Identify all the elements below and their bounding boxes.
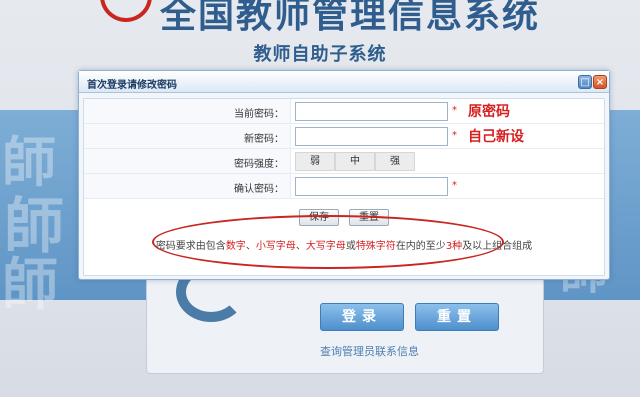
required-marker: * bbox=[452, 105, 457, 116]
label-cell: 密码强度： bbox=[84, 149, 291, 173]
dialog-header: 首次登录请修改密码 □ × bbox=[79, 71, 609, 93]
confirm-password-input[interactable] bbox=[295, 177, 448, 196]
login-button[interactable]: 登录 bbox=[320, 303, 404, 331]
strength-medium: 中 bbox=[335, 152, 375, 171]
site-logo: A bbox=[100, 0, 152, 22]
annotation-oval bbox=[152, 215, 504, 269]
site-subtitle: 教师自助子系统 bbox=[253, 44, 387, 65]
current-password-label: 当前密码： bbox=[234, 109, 284, 120]
strength-strong: 强 bbox=[375, 152, 415, 171]
minimize-icon[interactable]: □ bbox=[578, 75, 592, 89]
current-password-input[interactable] bbox=[295, 102, 448, 121]
password-strength-row: 密码强度： 弱 中 强 bbox=[84, 149, 604, 174]
site-title: 全国教师管理信息系统 bbox=[160, 0, 541, 36]
new-password-label: 新密码： bbox=[244, 134, 284, 145]
label-cell: 确认密码： bbox=[84, 174, 291, 198]
confirm-password-label: 确认密码： bbox=[234, 184, 284, 195]
label-cell: 新密码： bbox=[84, 124, 291, 148]
admin-contact-link[interactable]: 查询管理员联系信息 bbox=[320, 343, 419, 359]
annotation-original-password: 原密码 bbox=[468, 104, 510, 120]
label-cell: 当前密码： bbox=[84, 99, 291, 123]
required-marker: * bbox=[452, 180, 457, 191]
password-strength-label: 密码强度： bbox=[234, 159, 284, 170]
strength-weak: 弱 bbox=[295, 152, 335, 171]
new-password-row: 新密码： * 自己新设 bbox=[84, 124, 604, 149]
current-password-row: 当前密码： * 原密码 bbox=[84, 99, 604, 124]
calligraphy-decoration: 師 bbox=[2, 252, 58, 318]
reset-login-button[interactable]: 重置 bbox=[415, 303, 499, 331]
new-password-input[interactable] bbox=[295, 127, 448, 146]
close-icon[interactable]: × bbox=[593, 75, 607, 89]
annotation-set-yourself: 自己新设 bbox=[468, 129, 524, 145]
confirm-password-row: 确认密码： * bbox=[84, 174, 604, 199]
required-marker: * bbox=[452, 130, 457, 141]
dialog-title: 首次登录请修改密码 bbox=[87, 80, 177, 91]
